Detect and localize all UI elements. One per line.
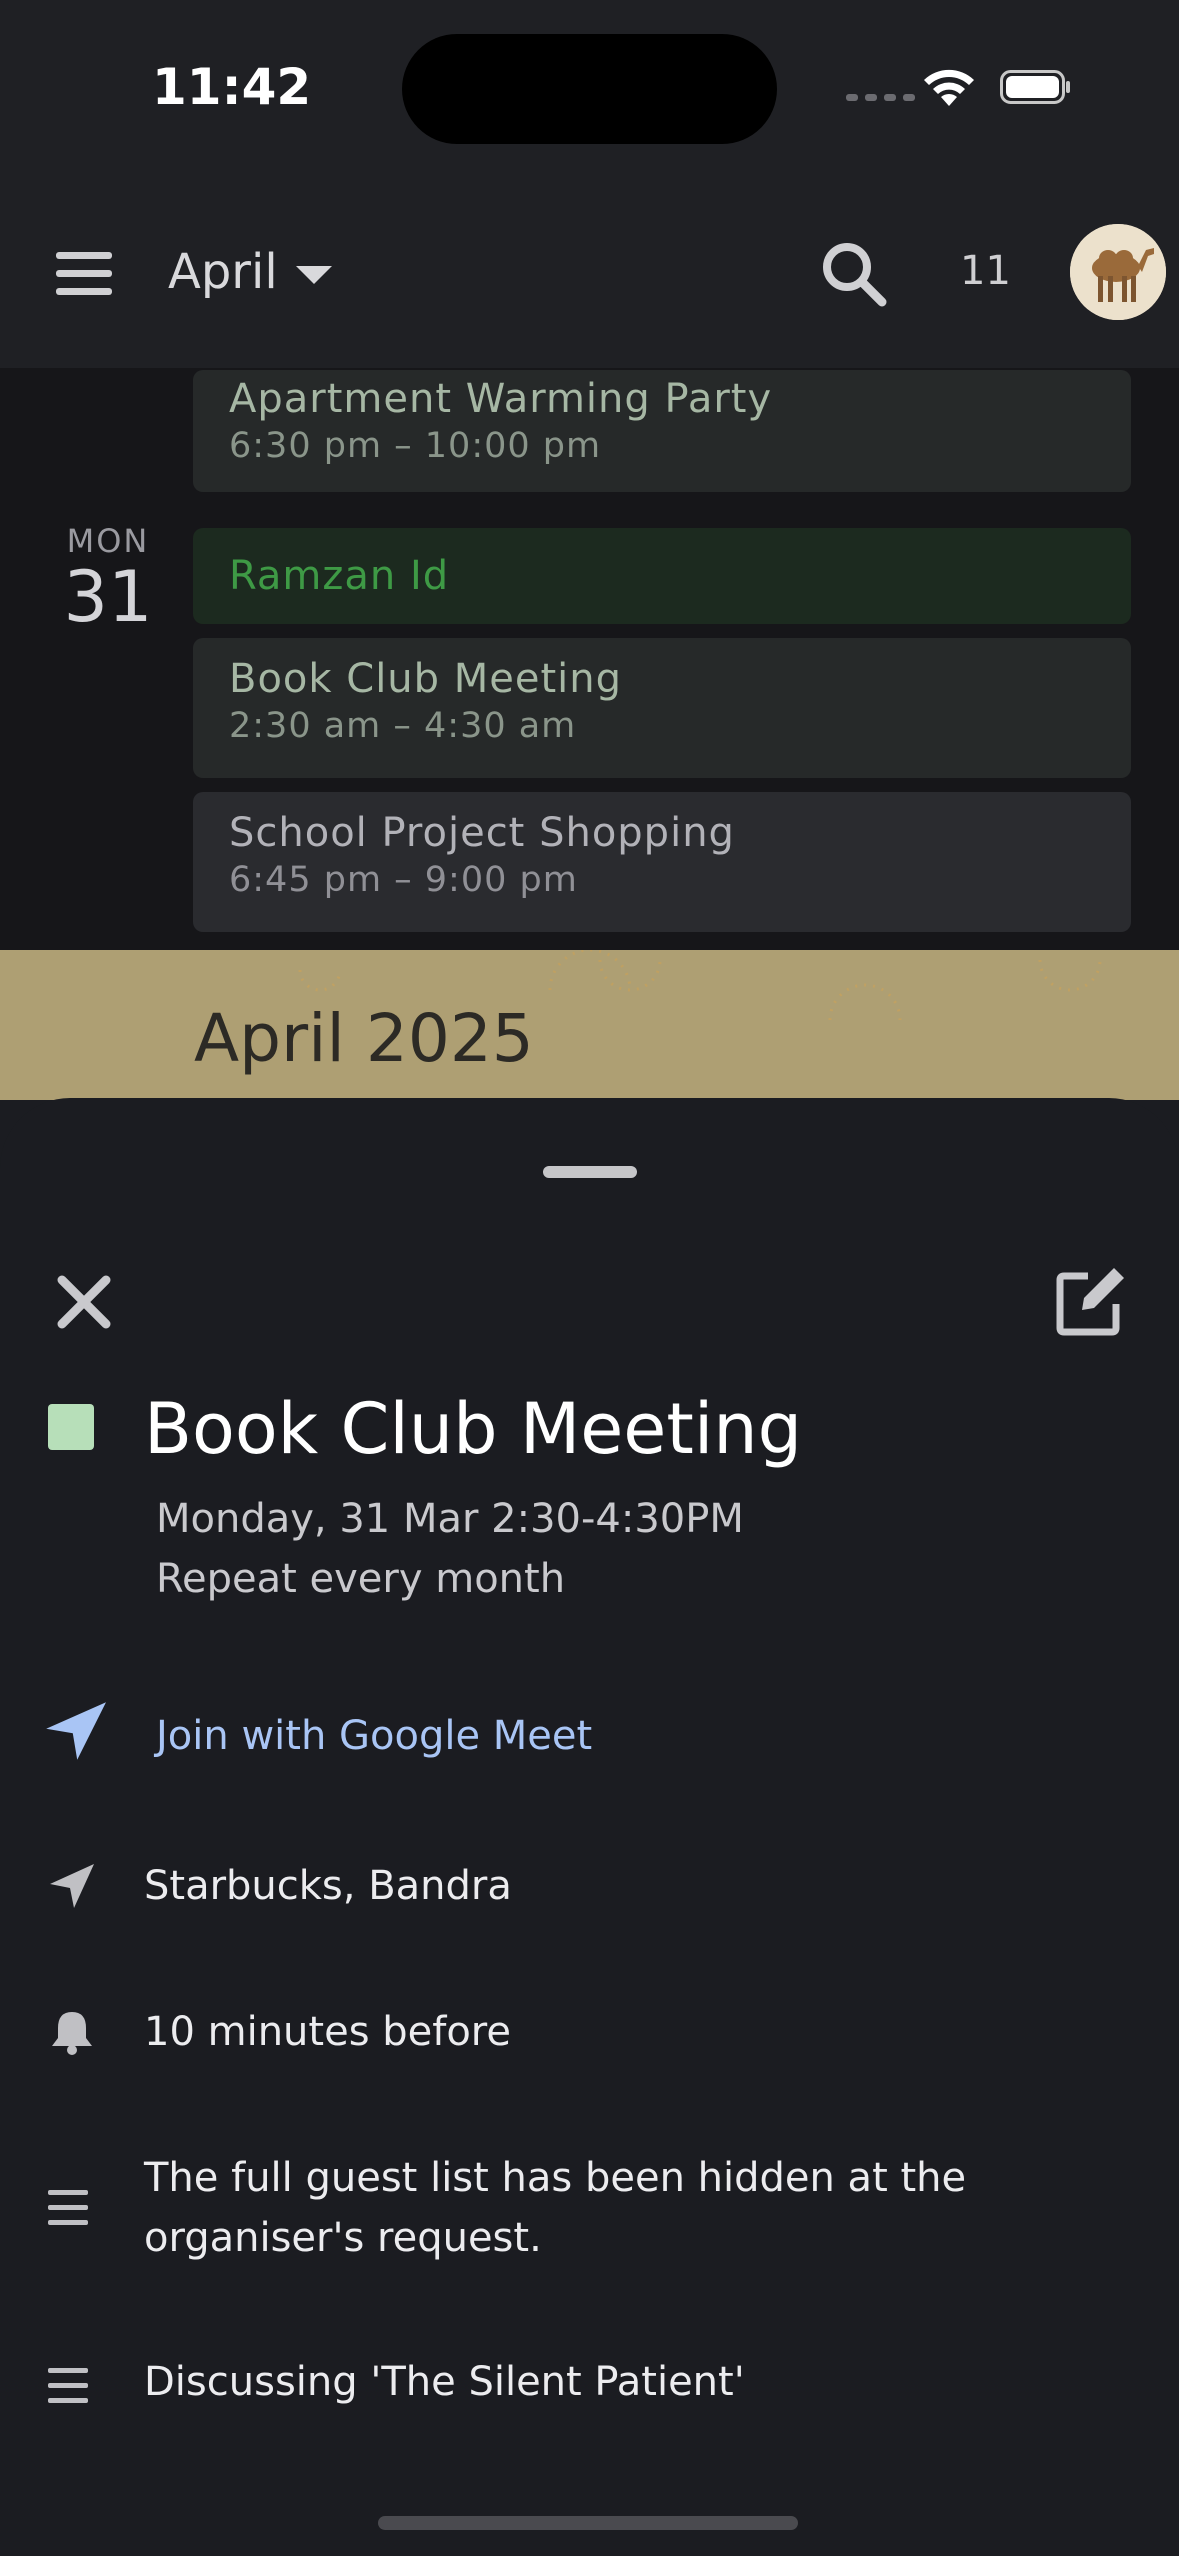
event-time: 6:30 pm – 10:00 pm xyxy=(229,426,602,466)
month-banner: April 2025 xyxy=(0,950,1179,1100)
event-title: School Project Shopping xyxy=(229,810,735,856)
caret-down-icon xyxy=(295,266,332,284)
event-detail-date: Monday, 31 Mar 2:30-4:30PM xyxy=(156,1496,744,1542)
edit-icon[interactable] xyxy=(1054,1262,1130,1338)
event-detail-sheet: Book Club Meeting Monday, 31 Mar 2:30-4:… xyxy=(0,1098,1179,2556)
event-detail-title: Book Club Meeting xyxy=(144,1388,803,1470)
day-number: 31 xyxy=(63,556,153,638)
event-color-swatch xyxy=(48,1404,94,1450)
day-name: MON xyxy=(66,522,150,560)
event-reminder: 10 minutes before xyxy=(144,2009,511,2055)
home-indicator xyxy=(378,2516,798,2530)
cellular-signal-icon xyxy=(846,94,915,101)
location-arrow-icon xyxy=(50,1864,94,1908)
avatar[interactable] xyxy=(1070,224,1166,320)
sheet-drag-handle[interactable] xyxy=(543,1166,637,1178)
navigation-arrow-icon xyxy=(46,1702,106,1760)
banner-pattern xyxy=(298,950,1102,1021)
status-bar: 11:42 xyxy=(0,0,1179,180)
event-card-book-club[interactable]: Book Club Meeting 2:30 am – 4:30 am xyxy=(193,638,1131,778)
day-label: MON 31 xyxy=(60,522,156,638)
google-meet-link[interactable]: Join with Google Meet xyxy=(156,1706,592,1766)
event-title: Book Club Meeting xyxy=(229,656,623,702)
wifi-icon xyxy=(924,69,974,106)
event-time: 2:30 am – 4:30 am xyxy=(229,706,577,746)
event-card-apartment-warming[interactable]: Apartment Warming Party 6:30 pm – 10:00 … xyxy=(193,370,1131,492)
battery-icon xyxy=(1000,70,1070,104)
status-time: 11:42 xyxy=(152,58,312,116)
event-description: Discussing 'The Silent Patient' xyxy=(144,2359,745,2405)
close-icon[interactable] xyxy=(52,1270,116,1334)
search-icon[interactable] xyxy=(820,240,888,308)
event-detail-repeat: Repeat every month xyxy=(156,1556,566,1602)
notes-lines-icon xyxy=(48,2190,88,2225)
month-selector[interactable]: April xyxy=(168,244,332,300)
event-card-school-project[interactable]: School Project Shopping 6:45 pm – 9:00 p… xyxy=(193,792,1131,932)
event-title: Apartment Warming Party xyxy=(229,376,773,422)
bell-icon xyxy=(52,2012,92,2055)
dynamic-island xyxy=(402,34,777,144)
guest-list-note: The full guest list has been hidden at t… xyxy=(144,2155,967,2261)
notes-lines-icon xyxy=(48,2368,88,2403)
event-card-ramzan-id[interactable]: Ramzan Id xyxy=(193,528,1131,624)
event-title: Ramzan Id xyxy=(229,553,450,599)
month-label: April xyxy=(168,244,278,300)
camel-avatar-icon xyxy=(1070,224,1166,320)
event-time: 6:45 pm – 9:00 pm xyxy=(229,860,578,900)
month-banner-label: April 2025 xyxy=(194,1000,534,1077)
event-location[interactable]: Starbucks, Bandra xyxy=(144,1856,512,1916)
today-button[interactable]: 11 xyxy=(960,248,1011,294)
menu-icon[interactable] xyxy=(56,250,112,298)
